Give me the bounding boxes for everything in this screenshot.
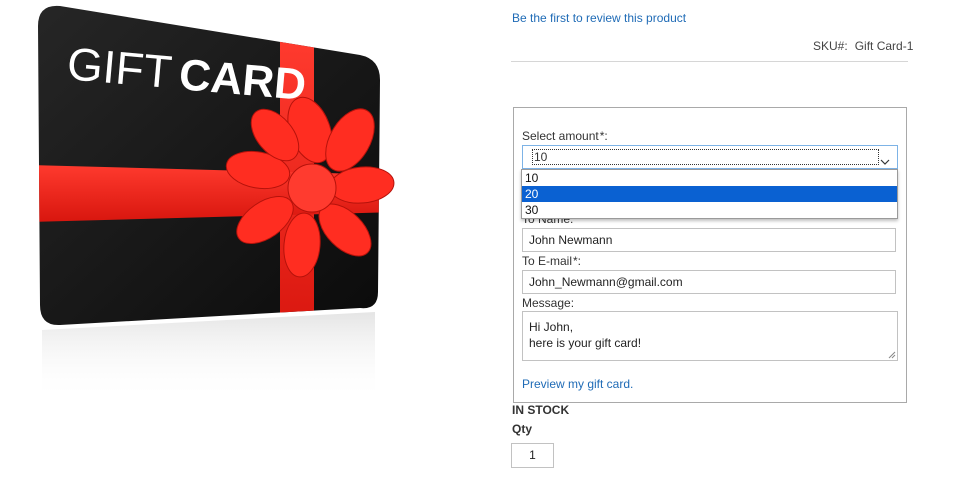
amount-label: Select amount*: xyxy=(522,129,608,143)
review-link[interactable]: Be the first to review this product xyxy=(512,11,686,25)
message-line: Hi John, xyxy=(529,320,574,334)
to-email-label: To E-mail*: xyxy=(522,254,581,268)
amount-option-highlighted[interactable]: 20 xyxy=(522,186,897,202)
message-line: here is your gift card! xyxy=(529,336,642,350)
to-email-input[interactable]: John_Newmann@gmail.com xyxy=(522,270,896,294)
stock-status: IN STOCK xyxy=(512,403,570,417)
giftcard-form: Select amount*: 10 To Name: John Newmann… xyxy=(513,107,907,403)
message-label: Message: xyxy=(522,296,575,310)
amount-select-value: 10 xyxy=(532,149,879,165)
to-name-input[interactable]: John Newmann xyxy=(522,228,896,252)
amount-option[interactable]: 30 xyxy=(522,202,897,218)
product-image: GIFT CARD xyxy=(0,0,470,479)
sku-value: Gift Card-1 xyxy=(854,39,914,53)
card-title-light: GIFT xyxy=(65,37,174,98)
divider xyxy=(511,61,908,62)
required-mark: *: xyxy=(573,254,582,268)
amount-option[interactable]: 10 xyxy=(522,170,897,186)
sku: SKU#: Gift Card-1 xyxy=(813,39,913,53)
required-mark: *: xyxy=(599,129,608,143)
amount-dropdown-list: 10 20 30 xyxy=(521,169,898,219)
gift-card-illustration: GIFT CARD xyxy=(38,5,395,400)
qty-label: Qty xyxy=(512,422,533,436)
message-textarea[interactable]: Hi John, here is your gift card! xyxy=(522,311,898,361)
resize-grip-icon[interactable] xyxy=(888,351,896,359)
preview-gift-card-link[interactable]: Preview my gift card. xyxy=(522,377,633,391)
qty-input[interactable]: 1 xyxy=(511,443,554,468)
amount-select[interactable]: 10 xyxy=(522,145,898,169)
amount-label-text: Select amount xyxy=(522,129,599,143)
sku-label: SKU#: xyxy=(813,39,848,53)
to-email-label-text: To E-mail xyxy=(522,254,573,268)
